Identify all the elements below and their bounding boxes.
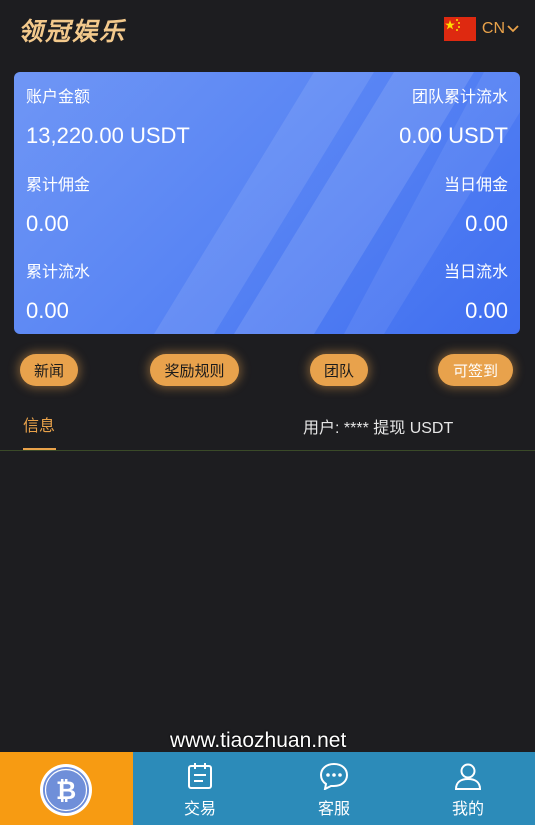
watermark-text: www.tiaozhuan.net <box>170 729 347 752</box>
svg-text:₿: ₿ <box>56 776 76 805</box>
bottom-tab-bar: ₿ 交易 客服 我的 <box>0 752 535 825</box>
tab-trade[interactable]: 交易 <box>133 752 267 825</box>
app-logo: 领冠娱乐 <box>18 17 127 46</box>
header: 领冠娱乐 CN <box>0 0 535 58</box>
daily-commission-value: 0.00 <box>465 211 508 236</box>
total-commission-value: 0.00 <box>26 211 69 236</box>
language-selector[interactable]: CN <box>443 16 519 42</box>
card-decoration <box>154 72 520 334</box>
language-code: CN <box>481 20 505 37</box>
team-flow-label: 团队累计流水 <box>411 89 508 106</box>
reward-rules-button[interactable]: 奖励规则 <box>150 354 239 386</box>
daily-flow-value: 0.00 <box>465 298 508 323</box>
china-flag-icon <box>443 17 476 41</box>
daily-flow-label: 当日流水 <box>443 264 508 281</box>
chat-bubble-icon <box>319 762 349 790</box>
tab-mine-label: 我的 <box>451 799 484 818</box>
team-button[interactable]: 团队 <box>310 354 368 386</box>
account-summary-card: 账户金额 13,220.00 USDT 团队累计流水 0.00 USDT 累计佣… <box>14 72 520 334</box>
calendar-icon <box>188 763 212 789</box>
daily-commission-label: 当日佣金 <box>443 177 508 194</box>
balance-label: 账户金额 <box>26 89 91 106</box>
balance-value: 13,220.00 USDT <box>26 123 190 148</box>
total-flow-label: 累计流水 <box>26 264 91 281</box>
bitcoin-icon: ₿ <box>40 764 92 816</box>
divider <box>0 450 535 451</box>
tab-mine[interactable]: 我的 <box>401 752 535 825</box>
tab-trade-label: 交易 <box>183 799 216 818</box>
tab-info[interactable]: 信息 <box>23 412 55 436</box>
checkin-button[interactable]: 可签到 <box>438 354 513 386</box>
user-icon <box>454 763 482 790</box>
withdraw-ticker: 用户: **** 提现 USDT <box>303 420 454 437</box>
team-flow-value: 0.00 USDT <box>399 123 508 148</box>
tab-service-label: 客服 <box>317 799 350 818</box>
tab-home[interactable]: ₿ <box>0 752 133 825</box>
tab-service[interactable]: 客服 <box>267 752 401 825</box>
total-flow-value: 0.00 <box>26 298 69 323</box>
news-button[interactable]: 新闻 <box>20 354 78 386</box>
chevron-down-icon <box>507 25 519 33</box>
total-commission-label: 累计佣金 <box>26 177 91 194</box>
